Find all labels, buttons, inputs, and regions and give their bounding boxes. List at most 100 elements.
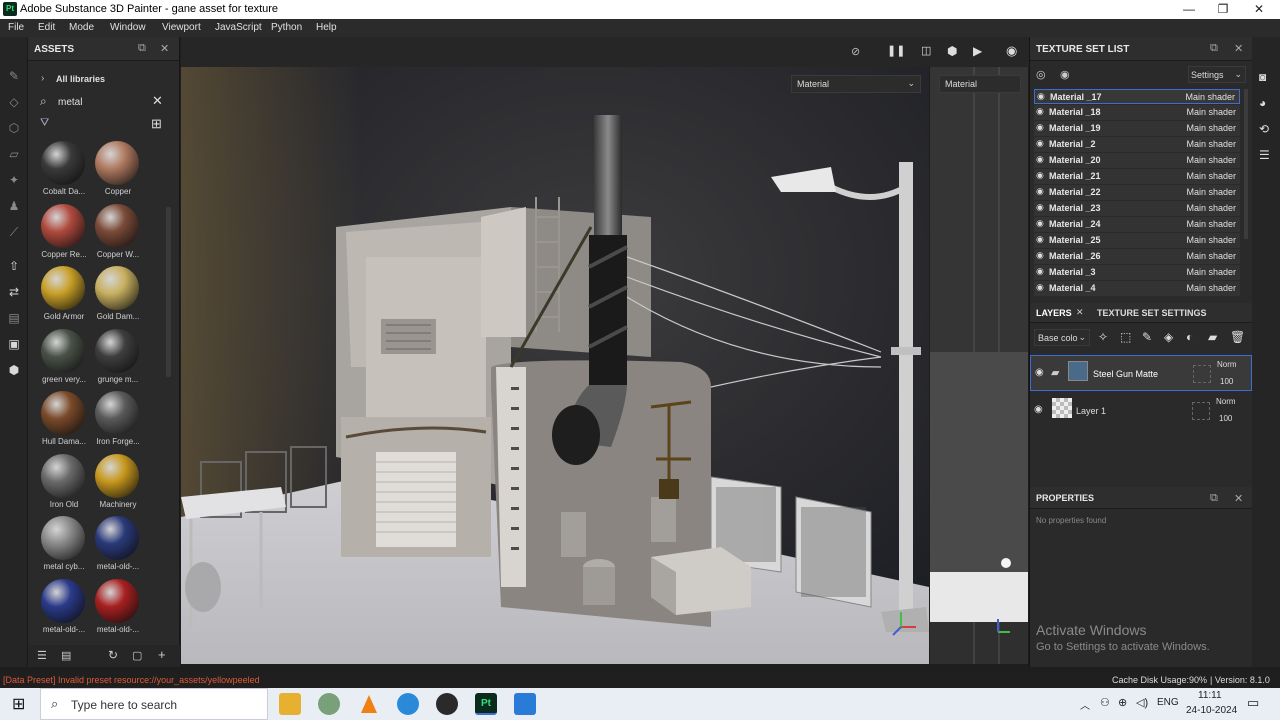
texture-set-row[interactable]: ◉ Material _4 Main shader [1034,281,1240,296]
menu-window[interactable]: Window [110,22,146,33]
add-icon[interactable]: + [158,647,166,662]
people-icon[interactable]: ⚇ [1100,696,1110,709]
material-thumbnail[interactable]: metal cyb... [34,516,94,578]
shader-name[interactable]: Main shader [1185,92,1235,102]
eye-icon[interactable]: ◉ [1036,138,1044,149]
split-view-icon[interactable]: ◫ [921,44,931,57]
eye-icon[interactable]: ◉ [1036,234,1044,245]
channel-dropdown[interactable]: Base colo ⌄ [1034,329,1090,346]
eye-icon[interactable]: ◉ [1037,91,1045,102]
folder-add-icon[interactable]: ▤ [61,649,71,662]
texture-set-row[interactable]: ◉ Material _20 Main shader [1034,153,1240,168]
material-thumbnail[interactable]: metal-old-... [88,516,148,578]
shader-icon[interactable]: ◕ [1259,96,1266,110]
material-thumbnail[interactable]: Machinery [88,453,148,516]
undock-icon[interactable]: ⧉ [1210,492,1218,505]
settings-dropdown[interactable]: Settings ⌄ [1188,66,1246,83]
material-thumbnail[interactable]: Copper W... [88,203,148,266]
obs-icon[interactable] [436,693,458,715]
texture-set-row[interactable]: ◉ Material _2 Main shader [1034,137,1240,152]
mask-slot[interactable] [1193,365,1211,383]
smudge-icon[interactable]: ✦ [6,173,22,187]
material-thumbnail[interactable]: Iron Forge... [88,391,148,453]
material-thumbnail[interactable]: Cobalt Da... [34,141,94,203]
undock-icon[interactable]: ⧉ [138,42,146,55]
delete-layer-icon[interactable]: 🗑 [1230,330,1245,344]
volume-icon[interactable]: ◁) [1136,696,1148,709]
search-input[interactable] [58,95,148,109]
material-thumbnail[interactable]: Gold Dam... [88,266,148,328]
close-panel-icon[interactable]: ✕ [1234,492,1243,505]
add-effect-icon[interactable]: ✧ [1098,330,1108,344]
material-thumbnail[interactable]: grunge m... [88,328,148,391]
texture-set-row[interactable]: ◉ Material _21 Main shader [1034,169,1240,184]
uv-material-dropdown[interactable]: Material [939,75,1021,93]
add-fill-layer-icon[interactable]: ◈ [1164,330,1173,344]
shader-name[interactable]: Main shader [1186,267,1236,277]
blend-mode[interactable]: Norm [1216,397,1236,406]
edge-dev-icon[interactable] [318,693,340,715]
texture-set-row[interactable]: ◉ Material _26 Main shader [1034,249,1240,264]
clock-time[interactable]: 11:11 [1198,690,1222,701]
layer-name[interactable]: Layer 1 [1076,406,1106,416]
tab-layers[interactable]: LAYERS [1036,308,1072,318]
minimize-button[interactable]: — [1172,0,1206,19]
layer-row[interactable]: ◉ ▰ Steel Gun Matte Norm 100 [1030,355,1252,391]
eye-icon[interactable]: ◉ [1035,367,1044,378]
log-icon[interactable]: ☰ [1259,148,1270,162]
opacity-value[interactable]: 100 [1219,414,1232,423]
add-folder-icon[interactable]: ▰ [1208,330,1217,344]
windows-start-icon[interactable]: ⊞ [12,694,25,714]
polygon-fill-icon[interactable]: ▤ [6,311,22,325]
camera-video-icon[interactable]: ▶ [973,44,982,58]
shader-name[interactable]: Main shader [1186,235,1236,245]
paint-icon[interactable] [514,693,536,715]
document-icon[interactable]: ▣ [6,337,22,351]
material-thumbnail[interactable]: Gold Armor [34,266,94,328]
eye-icon[interactable]: ◉ [1036,186,1044,197]
texture-set-row[interactable]: ◉ Material _3 Main shader [1034,265,1240,280]
add-mask-icon[interactable]: ⬚ [1120,330,1131,344]
close-panel-icon[interactable]: ✕ [1234,42,1243,55]
eye-icon[interactable]: ◉ [1036,282,1044,293]
filter-icon[interactable]: ⛛ [40,117,49,130]
material-thumbnail[interactable]: metal-old-... [34,578,94,638]
uv-viewport[interactable]: Material [930,67,1028,664]
list-add-icon[interactable]: ☰ [37,649,47,662]
add-paint-layer-icon[interactable]: ✎ [1142,330,1152,344]
grid-view-icon[interactable]: ⊞ [151,116,162,132]
material-thumbnail[interactable]: green very... [34,328,94,391]
layer-name[interactable]: Steel Gun Matte [1093,369,1158,379]
3d-viewport[interactable]: Material ⌄ [181,67,929,664]
library-breadcrumb[interactable]: All libraries [56,74,105,84]
menu-edit[interactable]: Edit [38,22,55,33]
texture-set-row[interactable]: ◉ Material _18 Main shader [1034,105,1240,120]
eraser-icon[interactable]: ◇ [6,95,22,109]
paint-brush-icon[interactable]: ✎ [6,69,22,83]
eye-icon[interactable]: ◉ [1036,250,1044,261]
clock-date[interactable]: 24-10-2024 [1186,705,1237,716]
close-panel-icon[interactable]: ✕ [160,42,169,55]
shader-name[interactable]: Main shader [1186,283,1236,293]
clone-icon[interactable]: ♟ [6,199,22,213]
texture-set-row[interactable]: ◉ Material _19 Main shader [1034,121,1240,136]
geometry-mask-icon[interactable]: ▱ [6,147,22,161]
chevron-right-icon[interactable]: › [41,73,44,84]
edge-icon[interactable] [397,693,419,715]
eye-icon[interactable]: ◉ [1036,202,1044,213]
texture-set-row[interactable]: ◉ Material _25 Main shader [1034,233,1240,248]
substance-painter-icon[interactable]: Pt [475,693,497,715]
tab-texture-set-settings[interactable]: TEXTURE SET SETTINGS [1097,308,1207,318]
shader-name[interactable]: Main shader [1186,187,1236,197]
texture-set-row[interactable]: ◉ Material _17 Main shader [1034,89,1240,104]
menu-file[interactable]: File [8,22,24,33]
smart-material-icon[interactable]: ◐ [1186,330,1193,344]
taskbar-search[interactable]: ⌕ Type here to search [40,688,268,720]
cube-icon[interactable]: ⬢ [947,44,957,58]
shader-name[interactable]: Main shader [1186,219,1236,229]
refresh-icon[interactable]: ↻ [108,648,118,662]
history-icon[interactable]: ⟲ [1259,122,1269,136]
eye-icon[interactable]: ◉ [1036,266,1044,277]
texture-set-row[interactable]: ◉ Material _24 Main shader [1034,217,1240,232]
material-thumbnail[interactable]: metal-old-... [88,578,148,638]
